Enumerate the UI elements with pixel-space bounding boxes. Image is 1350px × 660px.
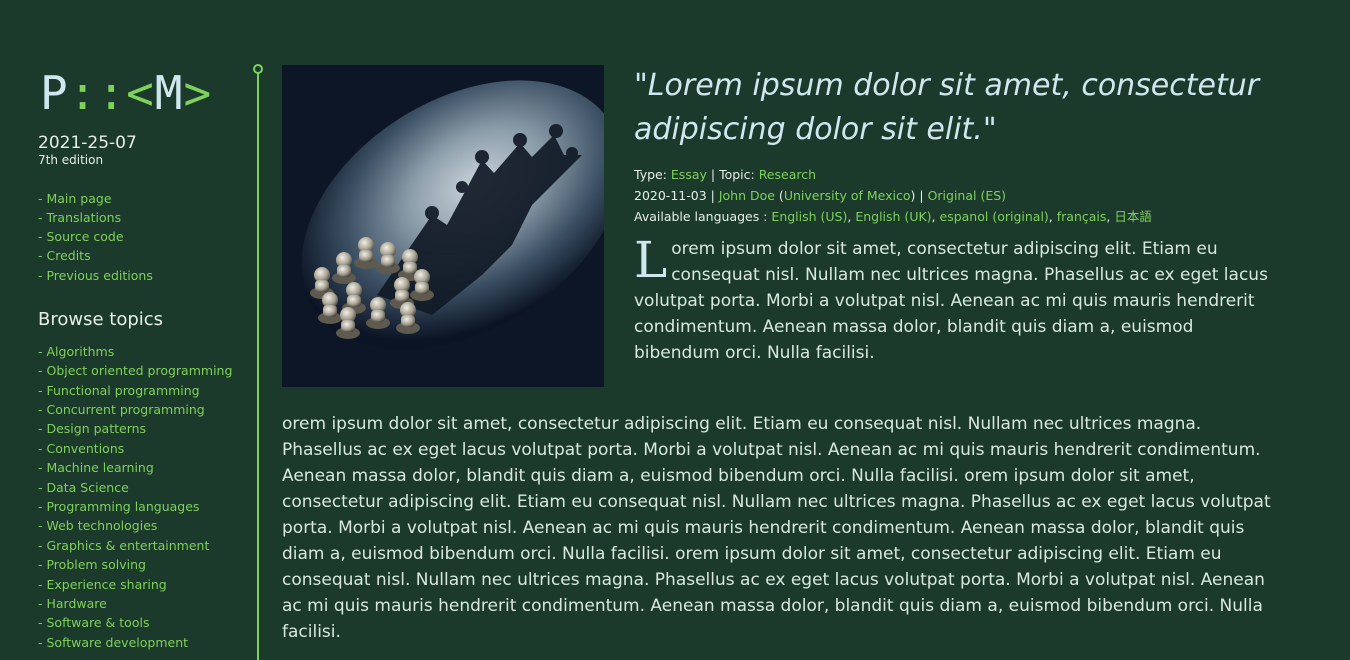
article-body-paragraph: orem ipsum dolor sit amet, consectetur a… (282, 414, 1271, 642)
topic-item-conventions[interactable]: - Conventions (38, 439, 248, 458)
meta-languages: Available languages : English (US), Engl… (634, 209, 1152, 224)
topic-item-algorithms[interactable]: - Algorithms (38, 342, 248, 361)
publish-date: 2020-11-03 (634, 188, 707, 203)
browse-topics-heading: Browse topics (38, 308, 164, 330)
topic-link[interactable]: - Web technologies (38, 518, 157, 533)
meta-separator: | (706, 167, 720, 182)
divider-dot (253, 64, 263, 74)
topic-link[interactable]: - Programming languages (38, 499, 199, 514)
topic-item-concurrent[interactable]: - Concurrent programming (38, 400, 248, 419)
meta-separator: | (915, 188, 928, 203)
languages-label: Available languages : (634, 209, 772, 224)
topic-item-graphics[interactable]: - Graphics & entertainment (38, 536, 248, 555)
language-link-en-uk[interactable]: English (UK) (855, 209, 931, 224)
meta-type-topic: Type: Essay | Topic: Research (634, 164, 1152, 185)
topic-item-web-technologies[interactable]: - Web technologies (38, 516, 248, 535)
topic-link[interactable]: - Experience sharing (38, 577, 167, 592)
topic-link[interactable]: - Algorithms (38, 344, 114, 359)
article-quote: "Lorem ipsum dolor sit amet, consectetur… (634, 68, 1260, 147)
topic-link[interactable]: - Software & tools (38, 615, 149, 630)
nav-link[interactable]: - Translations (38, 210, 121, 225)
logo-lt: < (126, 66, 155, 120)
topic-item-programming-languages[interactable]: - Programming languages (38, 497, 248, 516)
paren-open: ( (774, 188, 784, 203)
topic-item-machine-learning[interactable]: - Machine learning (38, 458, 248, 477)
nav-link[interactable]: - Main page (38, 191, 112, 206)
topic-link[interactable]: - Machine learning (38, 460, 154, 475)
main-nav: - Main page - Translations - Source code… (38, 189, 248, 285)
drop-cap: L (634, 231, 668, 289)
article-lead-paragraph: Lorem ipsum dolor sit amet, consectetur … (634, 231, 1274, 366)
topic-link[interactable]: - Graphics & entertainment (38, 538, 209, 553)
sidebar-divider (257, 70, 259, 660)
edition-label: 7th edition (38, 152, 104, 167)
topic-item-experience-sharing[interactable]: - Experience sharing (38, 575, 248, 594)
topic-link[interactable]: - Software development (38, 635, 188, 650)
topic-item-oop[interactable]: - Object oriented programming (38, 361, 248, 380)
nav-link[interactable]: - Source code (38, 229, 124, 244)
nav-link[interactable]: - Credits (38, 248, 91, 263)
sidebar: P::<M> 2021-25-07 7th edition - Main pag… (38, 64, 248, 652)
topic-link[interactable]: - Hardware (38, 596, 107, 611)
topic-link[interactable]: Research (759, 167, 816, 182)
logo-m: M (154, 66, 184, 120)
nav-link[interactable]: - Previous editions (38, 268, 153, 283)
logo-gt: > (183, 66, 213, 120)
affiliation-link[interactable]: University of Mexico (784, 188, 911, 203)
lead-text: orem ipsum dolor sit amet, consectetur a… (634, 239, 1268, 363)
topic-link[interactable]: - Design patterns (38, 421, 146, 436)
topic-item-data-science[interactable]: - Data Science (38, 478, 248, 497)
type-link[interactable]: Essay (671, 167, 707, 182)
article-image (282, 65, 604, 387)
author-link[interactable]: John Doe (719, 188, 775, 203)
topic-item-problem-solving[interactable]: - Problem solving (38, 555, 248, 574)
meta-date-author: 2020-11-03 | John Doe (University of Mex… (634, 185, 1152, 206)
nav-item-translations[interactable]: - Translations (38, 208, 248, 227)
topic-link[interactable]: - Data Science (38, 480, 129, 495)
edition-date: 2021-25-07 (38, 133, 137, 153)
type-label: Type: (634, 167, 671, 182)
topic-link[interactable]: - Problem solving (38, 557, 146, 572)
meta-separator: | (706, 188, 719, 203)
topic-link[interactable]: - Object oriented programming (38, 363, 232, 378)
topic-item-software-development[interactable]: - Software development (38, 633, 248, 652)
nav-item-main-page[interactable]: - Main page (38, 189, 248, 208)
nav-item-previous-editions[interactable]: - Previous editions (38, 266, 248, 285)
original-link[interactable]: Original (ES) (928, 188, 1006, 203)
language-link-ja[interactable]: 日本語 (1114, 209, 1152, 224)
language-link-fr[interactable]: français (1057, 209, 1107, 224)
logo-p: P (40, 66, 69, 120)
site-logo[interactable]: P::<M> (40, 70, 248, 116)
topic-item-hardware[interactable]: - Hardware (38, 594, 248, 613)
topic-link[interactable]: - Functional programming (38, 383, 200, 398)
logo-colons: :: (68, 66, 127, 120)
language-link-es[interactable]: espanol (original) (940, 209, 1049, 224)
topic-label: Topic: (719, 167, 759, 182)
topic-item-design-patterns[interactable]: - Design patterns (38, 419, 248, 438)
language-link-en-us[interactable]: English (US) (771, 209, 847, 224)
article-meta: Type: Essay | Topic: Research 2020-11-03… (634, 164, 1152, 227)
topic-item-software-tools[interactable]: - Software & tools (38, 613, 248, 632)
topic-item-functional[interactable]: - Functional programming (38, 381, 248, 400)
pawns-crown-shadow-illustration (282, 65, 604, 387)
topic-list: - Algorithms - Object oriented programmi… (38, 342, 248, 653)
nav-item-credits[interactable]: - Credits (38, 246, 248, 265)
topic-link[interactable]: - Conventions (38, 441, 124, 456)
topic-link[interactable]: - Concurrent programming (38, 402, 205, 417)
nav-item-source-code[interactable]: - Source code (38, 227, 248, 246)
